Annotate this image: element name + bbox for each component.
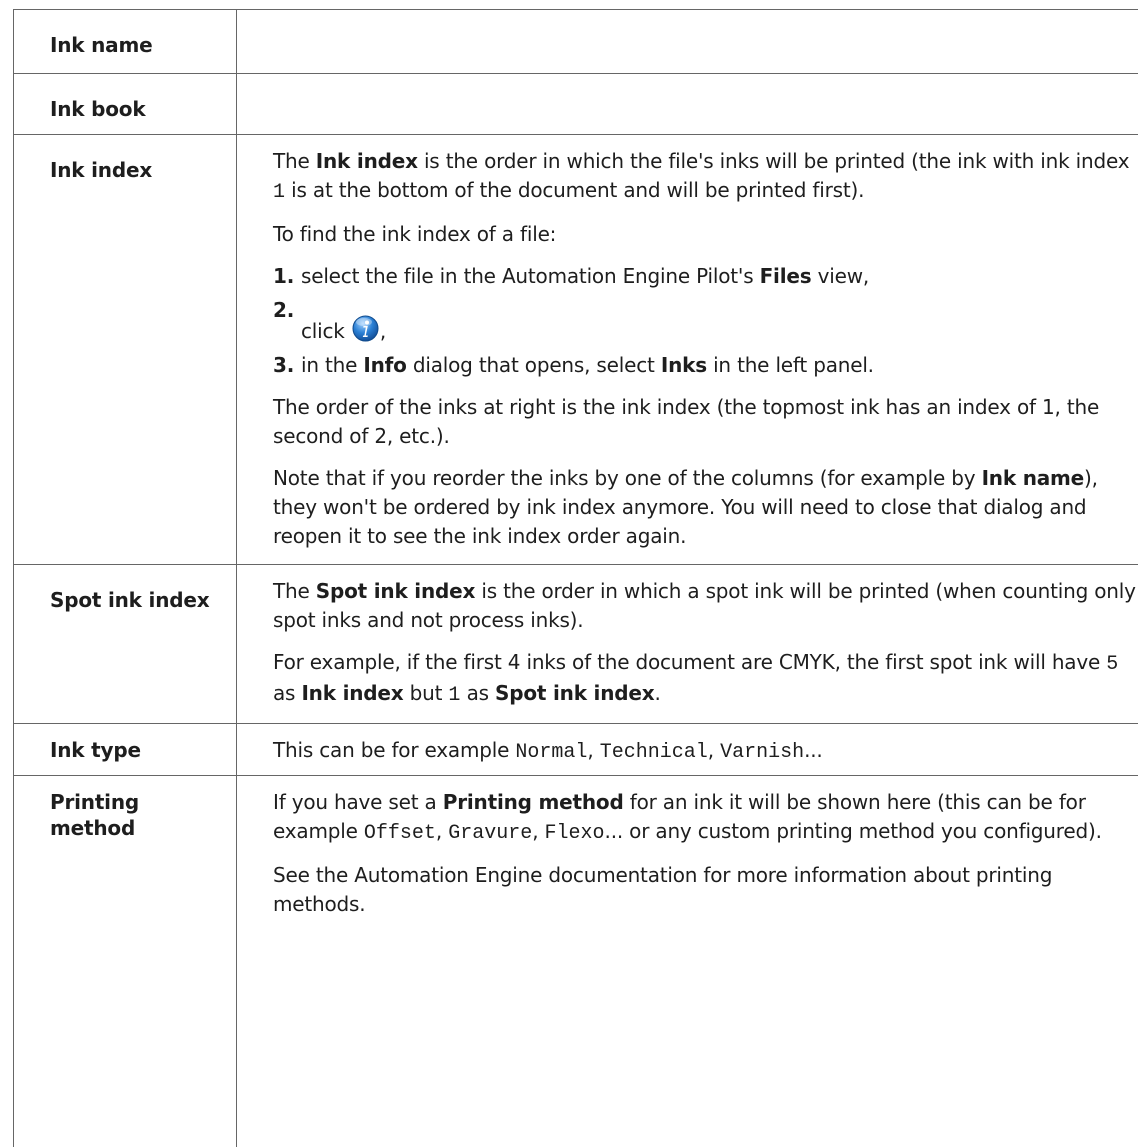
ink-type-label: Ink type (14, 724, 237, 776)
ink-index-description: The Ink index is the order in which the … (237, 135, 1138, 565)
row-ink-name: Ink name (14, 10, 1138, 74)
list-item: 2.click , (273, 296, 1138, 346)
ink-index-paragraph-2: To find the ink index of a file: (273, 220, 1138, 249)
printing-method-label: Printing method (14, 776, 237, 1147)
ink-index-paragraph-4: Note that if you reorder the inks by one… (273, 464, 1138, 551)
spot-ink-index-description: The Spot ink index is the order in which… (237, 565, 1138, 724)
row-ink-book: Ink book (14, 74, 1138, 135)
ink-name-description (237, 10, 1138, 74)
ink-index-paragraph-3: The order of the inks at right is the in… (273, 393, 1138, 451)
info-icon (352, 315, 379, 342)
row-printing-method: Printing method If you have set a Printi… (14, 776, 1138, 1147)
printing-method-paragraph-2: See the Automation Engine documentation … (273, 861, 1138, 919)
printing-method-description: If you have set a Printing method for an… (237, 776, 1138, 1147)
row-ink-type: Ink type This can be for example Normal,… (14, 724, 1138, 776)
row-ink-index: Ink index The Ink index is the order in … (14, 135, 1138, 565)
row-spot-ink-index: Spot ink index The Spot ink index is the… (14, 565, 1138, 724)
spot-ink-index-label: Spot ink index (14, 565, 237, 724)
ink-type-description: This can be for example Normal, Technica… (237, 724, 1138, 776)
ink-book-description (237, 74, 1138, 135)
ink-index-paragraph-1: The Ink index is the order in which the … (273, 147, 1138, 207)
list-item: 3.in the Info dialog that opens, select … (273, 351, 1138, 380)
ink-name-label: Ink name (14, 10, 237, 74)
ink-type-paragraph: This can be for example Normal, Technica… (273, 736, 1138, 767)
ink-book-label: Ink book (14, 74, 237, 135)
spot-ink-index-paragraph-2: For example, if the first 4 inks of the … (273, 648, 1138, 710)
list-item: 1.select the file in the Automation Engi… (273, 262, 1138, 291)
ink-index-steps-list: 1.select the file in the Automation Engi… (273, 262, 1138, 380)
ink-index-label: Ink index (14, 135, 237, 565)
spot-ink-index-paragraph-1: The Spot ink index is the order in which… (273, 577, 1138, 635)
printing-method-paragraph-1: If you have set a Printing method for an… (273, 788, 1138, 848)
ink-properties-table: Ink name Ink book Ink index The Ink inde… (13, 9, 1138, 1147)
